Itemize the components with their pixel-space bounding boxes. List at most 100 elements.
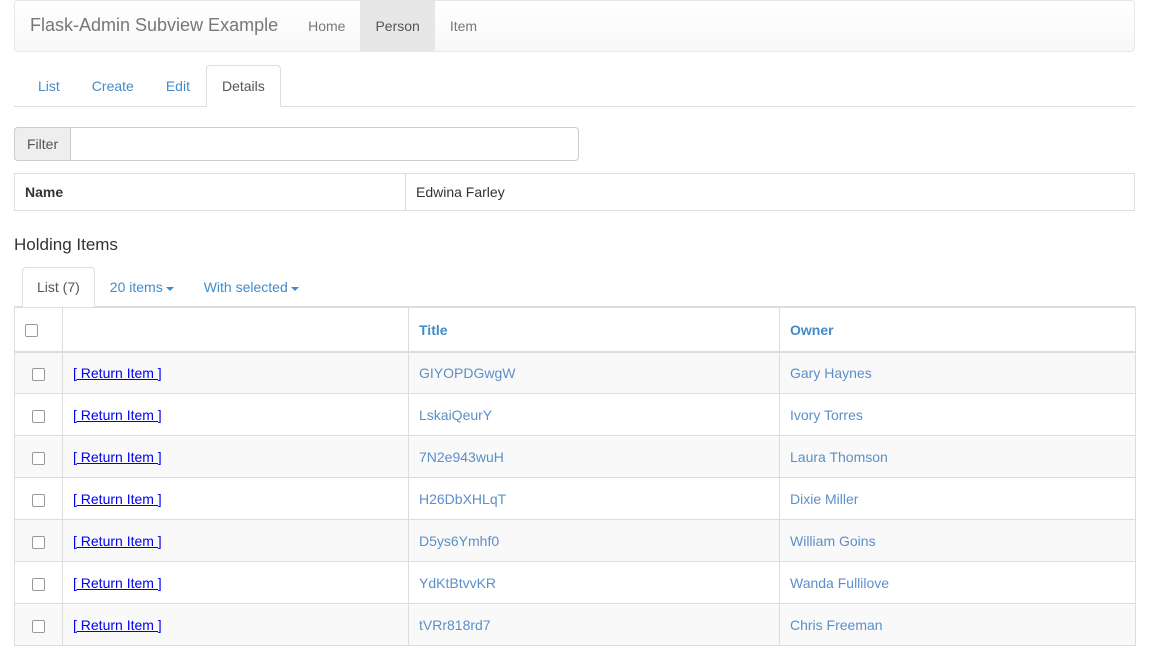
return-item-link[interactable]: [ Return Item ] (73, 491, 162, 507)
row-action-cell: [ Return Item ] (62, 351, 409, 395)
return-item-link[interactable]: [ Return Item ] (73, 365, 162, 381)
sort-owner-link[interactable]: Owner (790, 322, 834, 338)
item-title-link[interactable]: GIYOPDGwgW (419, 365, 515, 381)
row-action-cell: [ Return Item ] (62, 561, 409, 605)
item-owner-link[interactable]: Chris Freeman (790, 617, 883, 633)
item-owner-link[interactable]: Dixie Miller (790, 491, 858, 507)
navbar-brand[interactable]: Flask-Admin Subview Example (15, 1, 293, 51)
tab-details[interactable]: Details (205, 65, 281, 107)
select-all-checkbox[interactable] (25, 324, 38, 338)
row-select-cell (14, 435, 63, 479)
tab-create[interactable]: Create (76, 65, 150, 107)
item-owner-link[interactable]: William Goins (790, 533, 876, 549)
row-title-cell: YdKtBtvvKR (408, 561, 780, 605)
table-row: [ Return Item ] LskaiQeurY Ivory Torres (14, 393, 1136, 437)
holding-items-table-body: [ Return Item ] GIYOPDGwgW Gary Haynes [… (14, 351, 1136, 647)
item-title-link[interactable]: D5ys6Ymhf0 (419, 533, 499, 549)
with-selected-dropdown[interactable]: With selected (189, 267, 314, 307)
row-title-cell: LskaiQeurY (408, 393, 780, 437)
row-select-cell (14, 351, 63, 395)
details-row: Name Edwina Farley (14, 173, 1135, 211)
table-row: [ Return Item ] 7N2e943wuH Laura Thomson (14, 435, 1136, 479)
return-item-link[interactable]: [ Return Item ] (73, 449, 162, 465)
row-owner-cell: Dixie Miller (779, 477, 1136, 521)
holding-items-toolbar: List (7) 20 items With selected (14, 267, 1135, 308)
owner-header: Owner (779, 307, 1136, 353)
view-tabs: List Create Edit Details (14, 65, 1135, 107)
navbar: Flask-Admin Subview Example Home Person … (14, 0, 1135, 52)
row-select-cell (14, 393, 63, 437)
item-owner-link[interactable]: Laura Thomson (790, 449, 888, 465)
row-checkbox[interactable] (32, 493, 45, 507)
caret-down-icon (290, 286, 299, 291)
page-size-label: 20 items (109, 279, 163, 296)
table-row: [ Return Item ] YdKtBtvvKR Wanda Fullilo… (14, 561, 1136, 605)
caret-down-icon (165, 286, 174, 291)
row-owner-cell: Gary Haynes (779, 351, 1136, 395)
row-checkbox[interactable] (32, 619, 45, 633)
nav-item-item[interactable]: Item (435, 1, 492, 51)
row-checkbox[interactable] (32, 577, 45, 591)
row-checkbox[interactable] (32, 367, 45, 381)
details-table: Name Edwina Farley (14, 173, 1135, 211)
table-row: [ Return Item ] GIYOPDGwgW Gary Haynes (14, 351, 1136, 395)
item-title-link[interactable]: YdKtBtvvKR (419, 575, 496, 591)
item-title-link[interactable]: H26DbXHLqT (419, 491, 506, 507)
filter-label: Filter (14, 127, 71, 161)
row-select-cell (14, 519, 63, 563)
with-selected-label: With selected (203, 279, 288, 296)
item-owner-link[interactable]: Ivory Torres (790, 407, 863, 423)
row-title-cell: 7N2e943wuH (408, 435, 780, 479)
filter-group: Filter (14, 127, 579, 161)
item-title-link[interactable]: LskaiQeurY (419, 407, 492, 423)
page-size-dropdown[interactable]: 20 items (95, 267, 189, 307)
item-owner-link[interactable]: Wanda Fullilove (790, 575, 889, 591)
inner-tab-list[interactable]: List (7) (22, 267, 95, 308)
tab-list[interactable]: List (22, 65, 76, 107)
row-owner-cell: William Goins (779, 519, 1136, 563)
row-action-cell: [ Return Item ] (62, 435, 409, 479)
title-header: Title (408, 307, 780, 353)
item-owner-link[interactable]: Gary Haynes (790, 365, 872, 381)
row-owner-cell: Chris Freeman (779, 603, 1136, 647)
item-title-link[interactable]: 7N2e943wuH (419, 449, 504, 465)
row-select-cell (14, 603, 63, 647)
return-item-link[interactable]: [ Return Item ] (73, 617, 162, 633)
row-title-cell: GIYOPDGwgW (408, 351, 780, 395)
row-owner-cell: Wanda Fullilove (779, 561, 1136, 605)
return-item-link[interactable]: [ Return Item ] (73, 575, 162, 591)
row-action-cell: [ Return Item ] (62, 603, 409, 647)
row-select-cell (14, 477, 63, 521)
row-owner-cell: Ivory Torres (779, 393, 1136, 437)
item-title-link[interactable]: tVRr818rd7 (419, 617, 491, 633)
filter-input[interactable] (70, 127, 579, 161)
holding-items-heading: Holding Items (14, 235, 118, 254)
navbar-nav: Home Person Item (293, 1, 492, 51)
details-row-label: Name (14, 173, 406, 211)
actions-header (62, 307, 409, 353)
return-item-link[interactable]: [ Return Item ] (73, 407, 162, 423)
row-action-cell: [ Return Item ] (62, 519, 409, 563)
table-row: [ Return Item ] D5ys6Ymhf0 William Goins (14, 519, 1136, 563)
row-title-cell: D5ys6Ymhf0 (408, 519, 780, 563)
nav-item-home[interactable]: Home (293, 1, 360, 51)
row-action-cell: [ Return Item ] (62, 393, 409, 437)
page-root: Flask-Admin Subview Example Home Person … (0, 0, 1149, 647)
row-title-cell: H26DbXHLqT (408, 477, 780, 521)
table-row: [ Return Item ] H26DbXHLqT Dixie Miller (14, 477, 1136, 521)
return-item-link[interactable]: [ Return Item ] (73, 533, 162, 549)
table-header-row: Title Owner (14, 307, 1136, 353)
sort-title-link[interactable]: Title (419, 322, 448, 338)
row-checkbox[interactable] (32, 451, 45, 465)
row-select-cell (14, 561, 63, 605)
details-table-body: Name Edwina Farley (14, 173, 1135, 211)
nav-item-person[interactable]: Person (360, 1, 435, 51)
details-row-value: Edwina Farley (416, 184, 505, 200)
tab-edit[interactable]: Edit (150, 65, 206, 107)
row-checkbox[interactable] (32, 535, 45, 549)
select-all-header (14, 307, 63, 353)
row-title-cell: tVRr818rd7 (408, 603, 780, 647)
holding-items-table: Title Owner [ Return Item ] GIYOPDGwgW G… (14, 307, 1136, 647)
row-checkbox[interactable] (32, 409, 45, 423)
table-row: [ Return Item ] tVRr818rd7 Chris Freeman (14, 603, 1136, 647)
